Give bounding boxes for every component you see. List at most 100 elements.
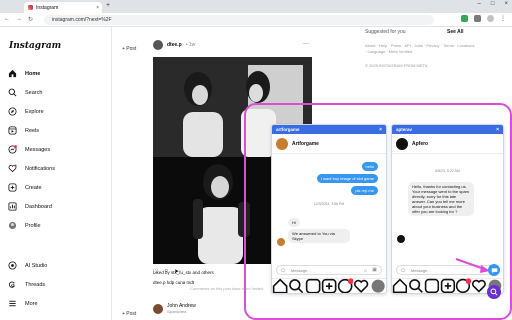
sidebar-item-reels[interactable]: Reels xyxy=(8,126,39,135)
chat-close-button[interactable]: × xyxy=(379,127,382,133)
extension-icon[interactable] xyxy=(461,15,468,22)
sidebar-item-create[interactable]: Create xyxy=(8,183,42,192)
message-input[interactable]: ☺ Message... ♫ ▣ xyxy=(276,265,382,275)
chat-bubble-button[interactable] xyxy=(488,264,500,276)
home-icon[interactable] xyxy=(272,278,288,294)
reply-avatar xyxy=(397,235,405,243)
profile-avatar-icon[interactable] xyxy=(487,15,494,22)
home-icon[interactable] xyxy=(392,278,408,294)
message-bubble-in: Hello, thanks for contacting us. Your me… xyxy=(408,182,474,216)
sidebar-item-label: Reels xyxy=(25,127,40,134)
post-header: dtee.p • 1w xyxy=(153,40,195,50)
plus-icon[interactable] xyxy=(321,278,337,294)
emoji-icon[interactable]: ☺ xyxy=(400,268,406,274)
messages-icon xyxy=(8,145,17,154)
minimize-button[interactable]: – xyxy=(478,1,481,7)
sidebar-item-profile[interactable]: Profile xyxy=(8,221,41,230)
sidebar-item-label: Create xyxy=(25,184,42,191)
tab-close-button[interactable]: × xyxy=(96,5,99,11)
sponsored-label: Sponsored xyxy=(167,309,187,314)
sidebar-item-notifications[interactable]: Notifications xyxy=(8,164,55,173)
window-controls: – □ × xyxy=(478,1,508,7)
sidebar-item-label: Explore xyxy=(25,108,44,115)
search-icon xyxy=(490,288,498,296)
maximize-button[interactable]: □ xyxy=(491,1,495,7)
sidebar-item-search[interactable]: Search xyxy=(8,88,42,97)
chat-window-artforgame[interactable]: artforgame × Artforgame hello i want buy… xyxy=(271,124,387,294)
sidebar-item-ai-studio[interactable]: AI Studio xyxy=(8,261,47,270)
sidebar-item-label: Search xyxy=(25,89,43,96)
message-bubble-in: Hi xyxy=(288,218,300,227)
chat-close-button[interactable]: × xyxy=(496,127,499,133)
see-all-link[interactable]: See All xyxy=(447,29,464,35)
browser-tab-bar: Instagram × + – □ × xyxy=(0,0,512,13)
instagram-logo[interactable]: Instagram xyxy=(9,41,61,51)
reels-icon[interactable] xyxy=(305,278,321,294)
browser-menu-icon[interactable]: ⋮ xyxy=(500,15,506,22)
author-avatar[interactable] xyxy=(153,40,163,50)
emoji-icon[interactable]: ☺ xyxy=(280,268,286,274)
sidebar-item-dashboard[interactable]: Dashboard xyxy=(8,202,52,211)
sidebar-item-threads[interactable]: Threads xyxy=(8,280,45,289)
sidebar-item-label: AI Studio xyxy=(25,262,48,269)
window-close-button[interactable]: × xyxy=(504,1,508,7)
chat-bubble-icon xyxy=(491,267,497,273)
post-more-icon[interactable]: ··· xyxy=(303,41,309,47)
second-author-avatar[interactable] xyxy=(153,304,163,314)
heart-icon xyxy=(8,164,17,173)
chat-header: apterav × xyxy=(392,125,503,134)
sidebar-item-label: More xyxy=(25,300,38,307)
search-icon xyxy=(8,88,17,97)
second-post-header: John Andrew Sponsored xyxy=(153,303,196,315)
contact-avatar[interactable] xyxy=(276,137,288,150)
extensions-puzzle-icon[interactable] xyxy=(474,15,481,22)
profile-icon xyxy=(8,221,17,230)
search-bubble-button[interactable] xyxy=(487,285,501,299)
post-time: • 1w xyxy=(185,42,196,48)
contact-avatar[interactable] xyxy=(396,137,408,150)
url-text: instagram.com/?next=%2F xyxy=(52,17,112,23)
chat-header: artforgame × xyxy=(272,125,386,134)
messages-icon[interactable] xyxy=(337,278,354,294)
sidebar-item-explore[interactable]: Explore xyxy=(8,107,44,116)
post-author[interactable]: dtee.p xyxy=(167,42,182,48)
footer-links[interactable]: About · Help · Press · API · Jobs · Priv… xyxy=(365,43,475,55)
post-caption: dtee.p hdp cuna mdt xyxy=(153,280,195,285)
address-bar-row: ← → ↻ instagram.com/?next=%2F ⋮ xyxy=(0,13,512,27)
sidebar-item-more[interactable]: More xyxy=(8,299,38,308)
liked-by-text: Liked by stx_fu_stx and others xyxy=(153,270,214,275)
url-field[interactable]: instagram.com/?next=%2F xyxy=(44,15,434,25)
sidebar-item-label: Notifications xyxy=(25,165,55,172)
browser-tab[interactable]: Instagram × xyxy=(24,2,102,13)
plus-icon[interactable] xyxy=(440,278,456,294)
new-tab-button[interactable]: + xyxy=(106,2,110,9)
sidebar-item-label: Home xyxy=(25,70,41,77)
heart-icon[interactable] xyxy=(353,278,369,294)
explore-icon xyxy=(8,107,17,116)
mic-icon[interactable]: ♫ xyxy=(364,268,367,273)
reels-icon[interactable] xyxy=(424,278,440,294)
sidebar-item-home[interactable]: Home xyxy=(8,69,40,78)
back-icon[interactable]: ← xyxy=(4,16,10,23)
messages-icon[interactable] xyxy=(455,278,472,294)
image-icon[interactable]: ▣ xyxy=(372,267,377,273)
reload-icon[interactable]: ↻ xyxy=(28,16,33,23)
profile-icon[interactable] xyxy=(370,278,386,294)
post-label: + Post xyxy=(122,46,137,52)
heart-icon[interactable] xyxy=(471,278,487,294)
contact-name[interactable]: Artforgame xyxy=(292,141,319,147)
chat-header-title: artforgame xyxy=(276,127,300,132)
sidebar-item-label: Messages xyxy=(25,146,51,153)
forward-icon[interactable]: → xyxy=(16,16,22,23)
suggested-title: Suggested for you xyxy=(365,29,406,35)
message-placeholder: Message... xyxy=(411,267,431,273)
sidebar: Instagram Home Search Explore Reels Mess… xyxy=(0,27,112,320)
search-icon[interactable] xyxy=(288,278,304,294)
chat-header-title: apterav xyxy=(396,127,413,132)
sidebar-item-label: Profile xyxy=(25,222,41,229)
search-icon[interactable] xyxy=(408,278,424,294)
sidebar-item-label: Dashboard xyxy=(25,203,52,210)
message-bubble-out: pls rep me xyxy=(351,186,378,195)
contact-name[interactable]: Apfero xyxy=(412,141,428,147)
sidebar-item-messages[interactable]: Messages xyxy=(8,145,50,154)
